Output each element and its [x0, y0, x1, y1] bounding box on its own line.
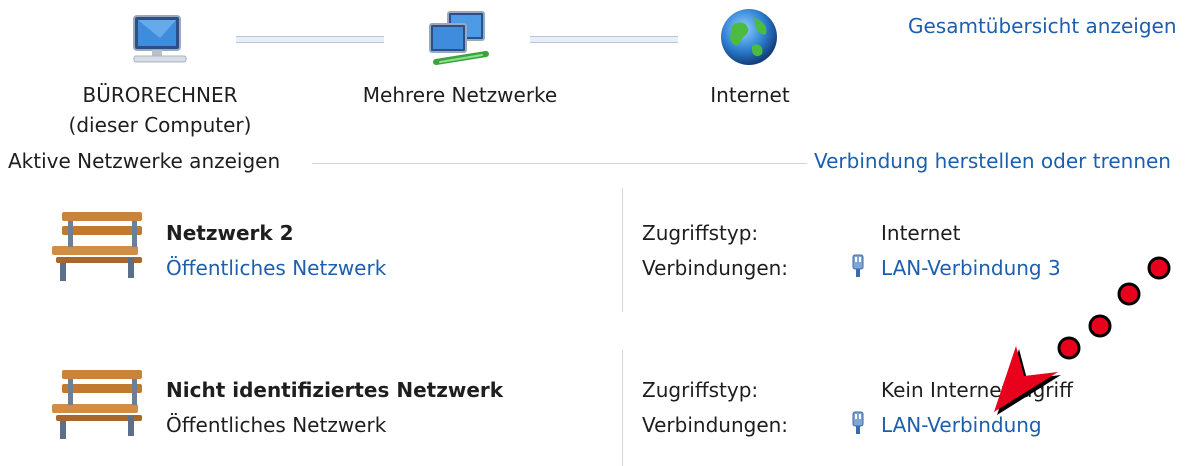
connections-label: Verbindungen: [642, 413, 789, 437]
globe-icon[interactable] [718, 6, 780, 68]
connect-disconnect-link[interactable]: Verbindung herstellen oder trennen [814, 149, 1171, 173]
bench-icon [46, 206, 146, 284]
red-arrow-annotation [994, 256, 1171, 415]
connection-line-right [530, 36, 678, 43]
computer-subtitle: (dieser Computer) [68, 113, 252, 137]
ethernet-plug-icon [850, 254, 866, 278]
network-divider [622, 188, 623, 312]
section-divider [312, 163, 807, 164]
multiple-networks-icon[interactable] [426, 10, 492, 68]
connection-line-left [236, 36, 384, 43]
computer-label: BÜRORECHNER (dieser Computer) [40, 80, 280, 140]
computer-name: BÜRORECHNER [82, 83, 238, 107]
computer-icon[interactable] [130, 8, 190, 64]
bench-icon [46, 364, 146, 442]
access-type-value: Internet [881, 221, 961, 245]
network-type-link[interactable]: Öffentliches Netzwerk [166, 256, 386, 280]
internet-label: Internet [710, 83, 790, 107]
network-divider [622, 350, 623, 466]
full-map-link[interactable]: Gesamtübersicht anzeigen [908, 14, 1177, 38]
connections-label: Verbindungen: [642, 256, 789, 280]
access-type-label: Zugriffstyp: [642, 221, 759, 245]
ethernet-plug-icon [850, 411, 866, 435]
access-type-label: Zugriffstyp: [642, 378, 759, 402]
network-label: Mehrere Netzwerke [362, 83, 558, 107]
section-title: Aktive Netzwerke anzeigen [8, 149, 281, 173]
network-name: Netzwerk 2 [166, 221, 294, 245]
network-name: Nicht identifiziertes Netzwerk [166, 378, 504, 402]
network-type: Öffentliches Netzwerk [166, 413, 387, 437]
